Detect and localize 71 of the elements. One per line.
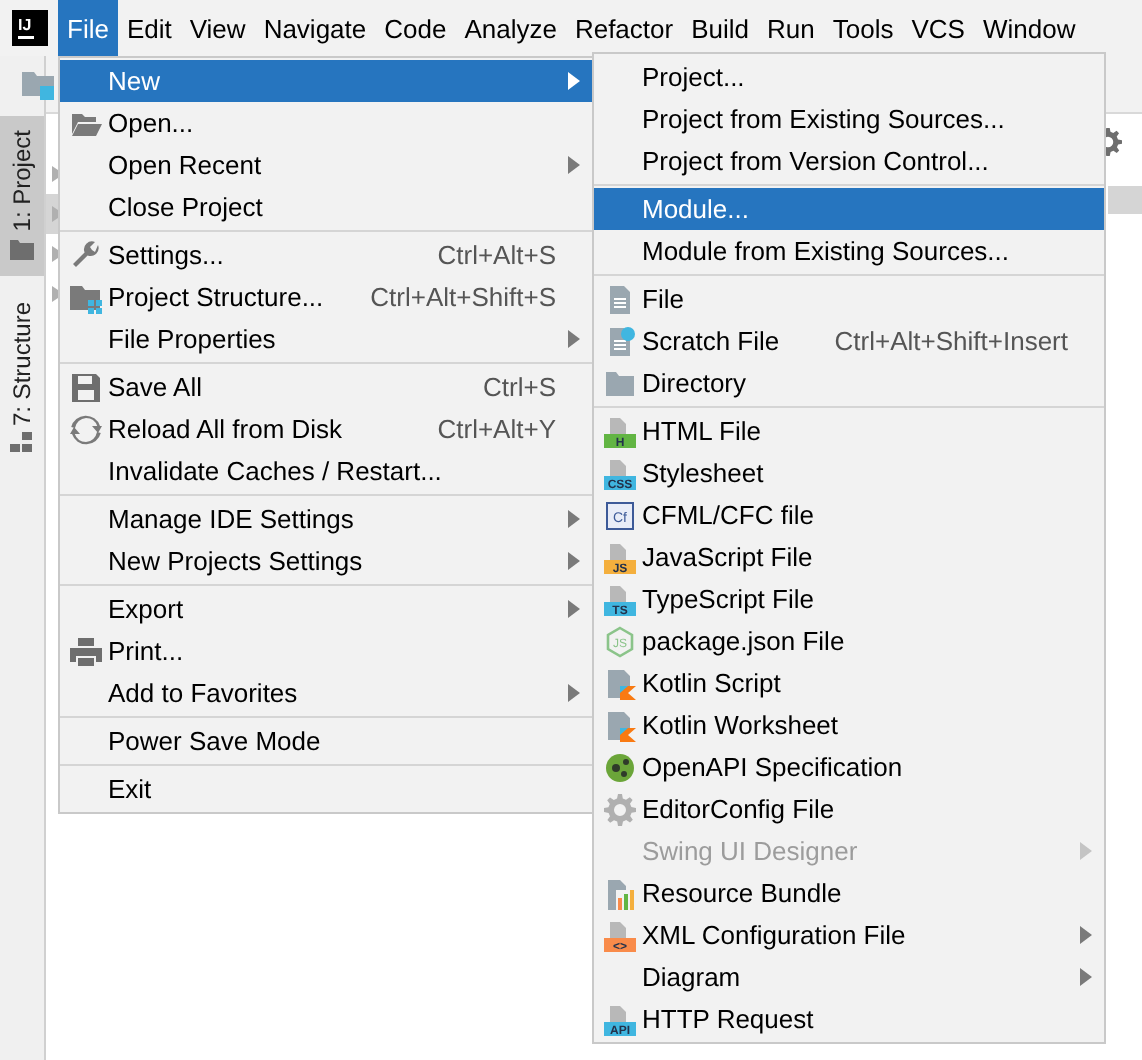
- submenu-arrow-icon: [1080, 926, 1092, 944]
- menu-item[interactable]: Directory: [594, 362, 1104, 404]
- refresh-icon: [70, 413, 102, 445]
- menu-item[interactable]: Open Recent: [60, 144, 592, 186]
- menu-item[interactable]: Invalidate Caches / Restart...: [60, 450, 592, 492]
- wrench-icon: [70, 239, 102, 271]
- menu-item[interactable]: Power Save Mode: [60, 720, 592, 762]
- menu-item[interactable]: Add to Favorites: [60, 672, 592, 714]
- menu-item[interactable]: Settings... Ctrl+Alt+S: [60, 234, 592, 276]
- bar-chart-document-icon: [604, 877, 636, 909]
- menu-item[interactable]: Manage IDE Settings: [60, 498, 592, 540]
- blocks-icon: [10, 431, 34, 454]
- menu-bar-item[interactable]: Tools: [823, 0, 903, 56]
- document-clock-icon: [604, 325, 636, 357]
- menu-item[interactable]: Project Structure... Ctrl+Alt+Shift+S: [60, 276, 592, 318]
- menu-item[interactable]: Print...: [60, 630, 592, 672]
- submenu-arrow-icon: [568, 684, 580, 702]
- menu-item[interactable]: New Projects Settings: [60, 540, 592, 582]
- menu-item[interactable]: Module from Existing Sources...: [594, 230, 1104, 272]
- folder-icon: [10, 237, 34, 260]
- menu-item[interactable]: Open...: [60, 102, 592, 144]
- submenu-arrow-icon: [568, 72, 580, 90]
- menu-item[interactable]: Kotlin Worksheet: [594, 704, 1104, 746]
- menu-bar-item[interactable]: VCS: [902, 0, 974, 56]
- submenu-arrow-icon: [568, 552, 580, 570]
- submenu-arrow-icon: [1080, 968, 1092, 986]
- app-logo-icon[interactable]: IJ: [12, 10, 48, 46]
- printer-icon: [70, 635, 102, 667]
- menu-bar-item[interactable]: File: [58, 0, 118, 56]
- dotted-circle-icon: [604, 751, 636, 783]
- menu-item[interactable]: Project from Existing Sources...: [594, 98, 1104, 140]
- menu-bar-item[interactable]: Window: [973, 0, 1085, 56]
- menu-item[interactable]: File Properties: [60, 318, 592, 360]
- menu-item[interactable]: Module...: [594, 188, 1104, 230]
- tool-window-tab[interactable]: 7: Structure: [0, 287, 44, 470]
- menu-item[interactable]: Export: [60, 588, 592, 630]
- menu-item[interactable]: Exit: [60, 768, 592, 810]
- menu-bar-item[interactable]: Refactor: [565, 0, 683, 56]
- submenu-arrow-icon: [568, 330, 580, 348]
- menu-item[interactable]: Reload All from Disk Ctrl+Alt+Y: [60, 408, 592, 450]
- menu-item[interactable]: Project...: [594, 56, 1104, 98]
- submenu-arrow-icon: [568, 156, 580, 174]
- menu-item[interactable]: Close Project: [60, 186, 592, 228]
- menu-item[interactable]: EditorConfig File: [594, 788, 1104, 830]
- submenu-arrow-icon: [1080, 842, 1092, 860]
- document-icon: [604, 283, 636, 315]
- folder-grid-icon: [70, 281, 102, 313]
- menu-item[interactable]: New: [60, 60, 592, 102]
- menu-bar-item[interactable]: View: [180, 0, 255, 56]
- menu-bar-item[interactable]: Build: [682, 0, 759, 56]
- menu-bar-item[interactable]: Analyze: [455, 0, 566, 56]
- kotlin-file-icon: [604, 709, 636, 741]
- menu-item[interactable]: Scratch File Ctrl+Alt+Shift+Insert: [594, 320, 1104, 362]
- project-folder-icon[interactable]: [22, 68, 54, 100]
- kotlin-file-icon: [604, 667, 636, 699]
- submenu-arrow-icon: [568, 510, 580, 528]
- menu-bar-item[interactable]: Navigate: [254, 0, 376, 56]
- menu-bar-item[interactable]: Run: [758, 0, 824, 56]
- menu-bar-item[interactable]: Code: [375, 0, 456, 56]
- menu-item[interactable]: Save All Ctrl+S: [60, 366, 592, 408]
- menu-item[interactable]: Kotlin Script: [594, 662, 1104, 704]
- submenu-arrow-icon: [568, 600, 580, 618]
- menu-item[interactable]: Project from Version Control...: [594, 140, 1104, 182]
- menu-item[interactable]: OpenAPI Specification: [594, 746, 1104, 788]
- tool-window-tab[interactable]: 1: Project: [0, 116, 44, 276]
- menu-item[interactable]: Resource Bundle: [594, 872, 1104, 914]
- menu-item[interactable]: File: [594, 278, 1104, 320]
- menu-bar-item[interactable]: Edit: [117, 0, 181, 56]
- folder-icon: [604, 367, 636, 399]
- gear-icon: [604, 793, 636, 825]
- menu-item[interactable]: Diagram: [594, 956, 1104, 998]
